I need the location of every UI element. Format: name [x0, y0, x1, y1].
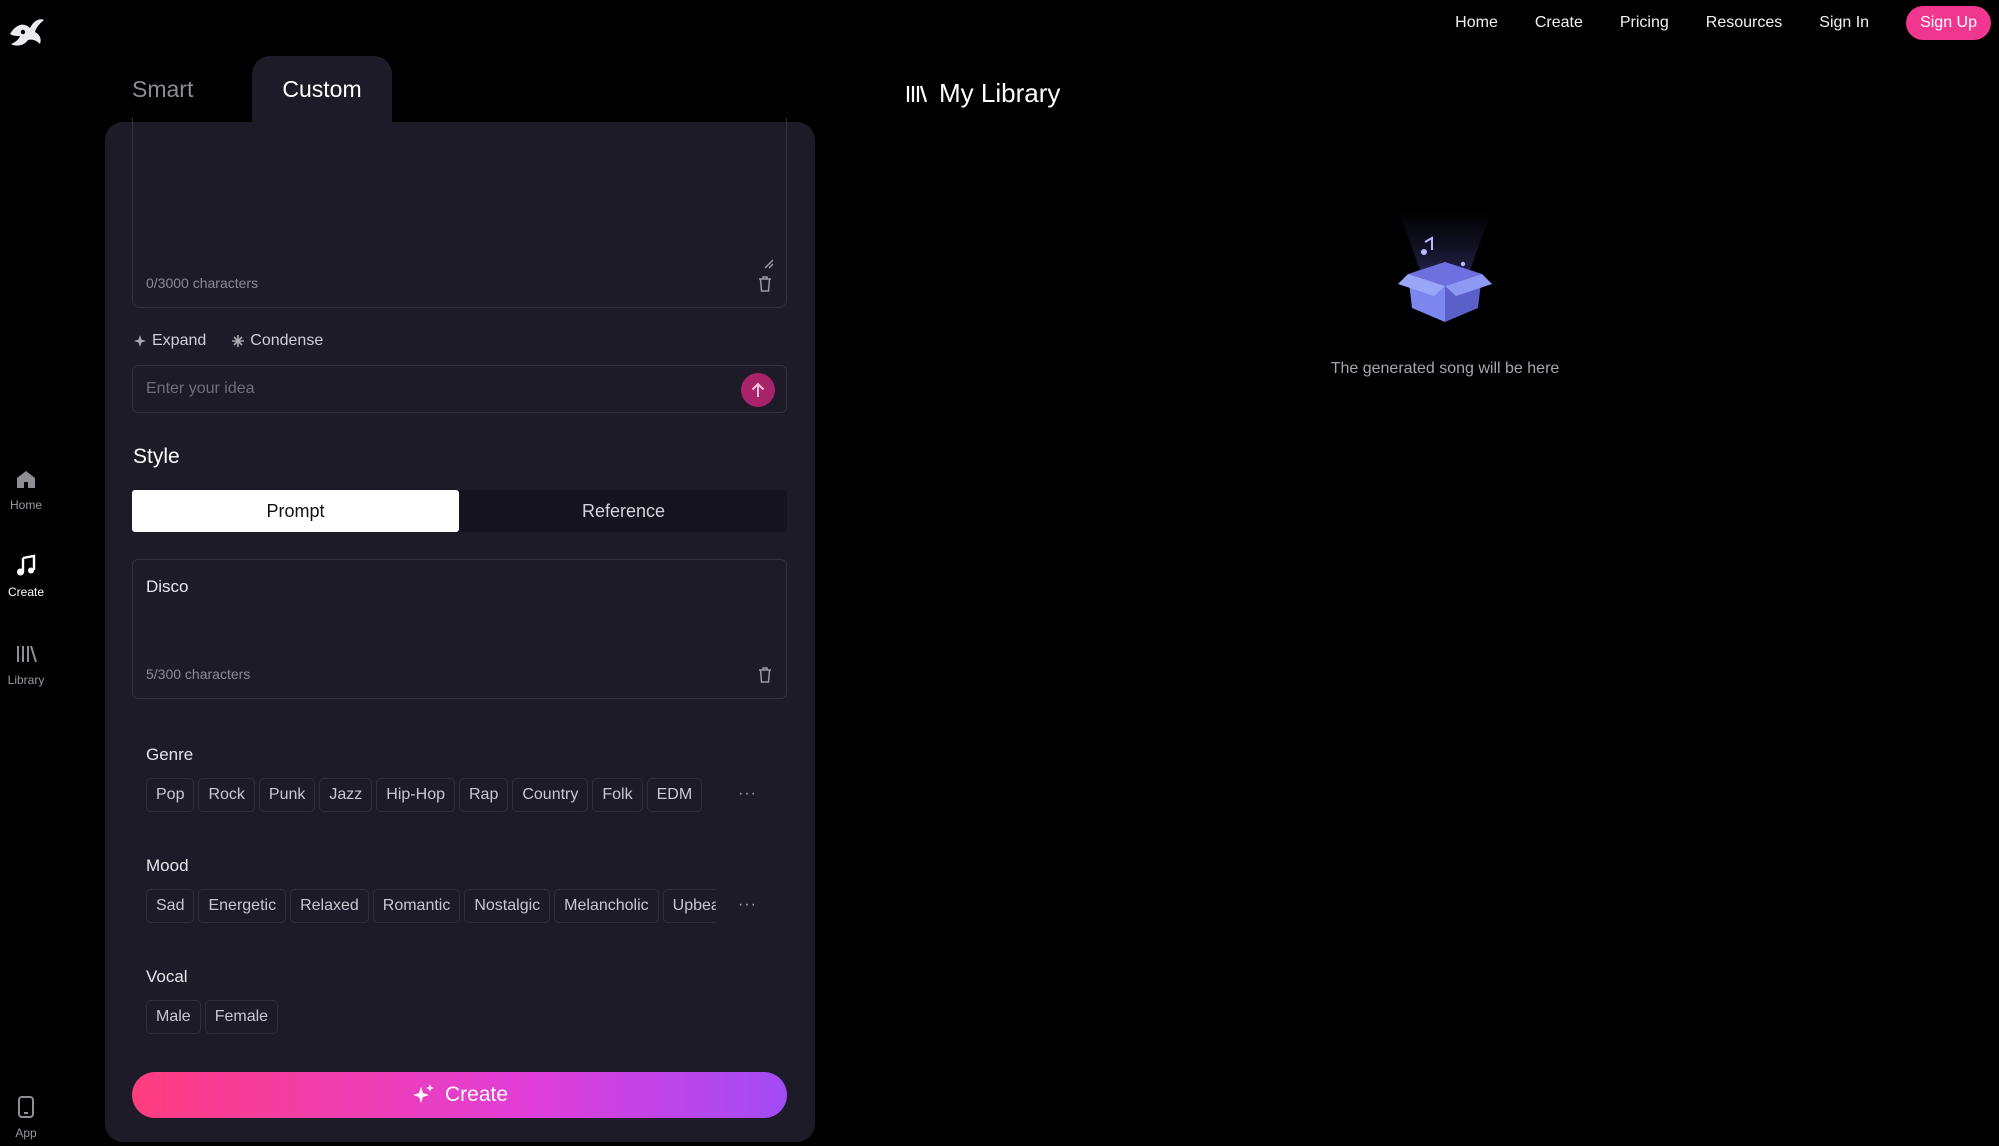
tab-custom[interactable]: Custom — [252, 56, 392, 124]
sparkle-icon — [412, 1084, 434, 1103]
tab-custom-label: Custom — [282, 76, 362, 102]
nav-home[interactable]: Home — [1455, 14, 1498, 32]
segment-prompt[interactable]: Prompt — [132, 490, 459, 532]
tab-smart[interactable]: Smart — [132, 76, 193, 103]
mood-chip[interactable]: Energetic — [198, 889, 287, 923]
vocal-label: Vocal — [146, 967, 188, 986]
style-char-count: 5/300 characters — [146, 666, 251, 682]
vocal-chip[interactable]: Female — [204, 1000, 279, 1034]
rail-item-create[interactable]: Create — [0, 553, 52, 599]
lyrics-char-count: 0/3000 characters — [146, 275, 259, 291]
rail-item-library[interactable]: Library — [0, 641, 52, 687]
trash-icon[interactable] — [757, 275, 773, 293]
genre-chip[interactable]: Hip-Hop — [376, 778, 455, 812]
expand-icon — [134, 335, 146, 347]
rail-label-home: Home — [9, 498, 42, 512]
mood-chip[interactable]: Sad — [146, 889, 195, 923]
genre-chip[interactable]: Pop — [146, 778, 195, 812]
send-idea-button[interactable] — [741, 373, 775, 407]
lyrics-textarea[interactable]: 0/3000 characters — [132, 118, 787, 308]
style-trash-icon[interactable] — [757, 666, 773, 684]
genre-more-button[interactable]: ··· — [738, 785, 757, 803]
expand-button[interactable]: Expand — [134, 332, 206, 350]
genre-chip[interactable]: EDM — [646, 778, 703, 812]
mood-chip[interactable]: Melancholic — [554, 889, 659, 923]
empty-state-text: The generated song will be here — [1330, 360, 1560, 377]
rail-label-library: Library — [7, 673, 45, 687]
genre-chip[interactable]: Country — [512, 778, 589, 812]
condense-label: Condense — [250, 332, 324, 349]
lyrics-tools: Expand Condense — [134, 332, 323, 350]
custom-panel: 0/3000 characters Expand Condense Style … — [105, 118, 815, 1142]
style-mode-toggle: Prompt Reference — [132, 490, 787, 532]
home-icon — [13, 466, 39, 492]
mood-chips: Sad Energetic Relaxed Romantic Nostalgic Mela… — [146, 889, 716, 925]
genre-chip[interactable]: Folk — [592, 778, 643, 812]
vocal-chip[interactable]: Male — [146, 1000, 201, 1034]
top-nav: Home Create Pricing Resources Sign In Si… — [1418, 6, 1991, 40]
condense-button[interactable]: Condense — [232, 332, 323, 350]
arrow-up-icon — [751, 382, 765, 397]
vocal-chips: Male Female — [146, 1000, 716, 1036]
idea-input[interactable] — [133, 366, 733, 412]
library-title: My Library — [939, 78, 1061, 108]
segment-reference[interactable]: Reference — [460, 490, 787, 532]
left-rail: Home Create Library App — [0, 0, 52, 1146]
create-button[interactable]: Create — [132, 1072, 787, 1118]
style-value: Disco — [146, 577, 189, 596]
brand-logo-icon[interactable] — [6, 14, 46, 50]
rail-item-home[interactable]: Home — [0, 466, 52, 512]
library-icon — [13, 641, 39, 667]
sign-up-button[interactable]: Sign Up — [1906, 6, 1991, 40]
mood-label: Mood — [146, 856, 189, 875]
rail-label-create: Create — [7, 585, 45, 599]
style-textarea[interactable]: Disco 5/300 characters — [132, 559, 787, 699]
rail-label-app: App — [15, 1126, 37, 1140]
genre-chip[interactable]: Punk — [258, 778, 316, 812]
genre-chips: Pop Rock Punk Jazz Hip-Hop Rap Country Folk EDM — [146, 778, 716, 814]
empty-box-icon — [1370, 200, 1520, 330]
nav-pricing[interactable]: Pricing — [1620, 14, 1669, 32]
nav-sign-in[interactable]: Sign In — [1819, 14, 1869, 32]
mood-chip[interactable]: Romantic — [372, 889, 461, 923]
genre-chip[interactable]: Jazz — [319, 778, 373, 812]
genre-chip[interactable]: Rock — [198, 778, 255, 812]
phone-icon — [13, 1094, 39, 1120]
create-button-label: Create — [444, 1083, 509, 1106]
nav-create[interactable]: Create — [1535, 14, 1583, 32]
mood-chip[interactable]: Upbeat — [662, 889, 716, 923]
mood-chip[interactable]: Relaxed — [290, 889, 369, 923]
library-icon — [906, 85, 928, 102]
mood-chip[interactable]: Nostalgic — [464, 889, 551, 923]
mood-more-button[interactable]: ··· — [738, 896, 757, 914]
rail-item-app[interactable]: App — [0, 1094, 52, 1140]
idea-field — [132, 365, 787, 413]
expand-label: Expand — [152, 332, 207, 349]
library-header: My Library — [905, 78, 1060, 109]
music-note-icon — [13, 553, 39, 579]
genre-chip[interactable]: Rap — [458, 778, 509, 812]
genre-label: Genre — [146, 745, 194, 764]
resize-handle-icon[interactable] — [764, 259, 774, 269]
nav-resources[interactable]: Resources — [1706, 14, 1782, 32]
condense-icon — [232, 335, 245, 347]
style-heading: Style — [133, 445, 180, 468]
